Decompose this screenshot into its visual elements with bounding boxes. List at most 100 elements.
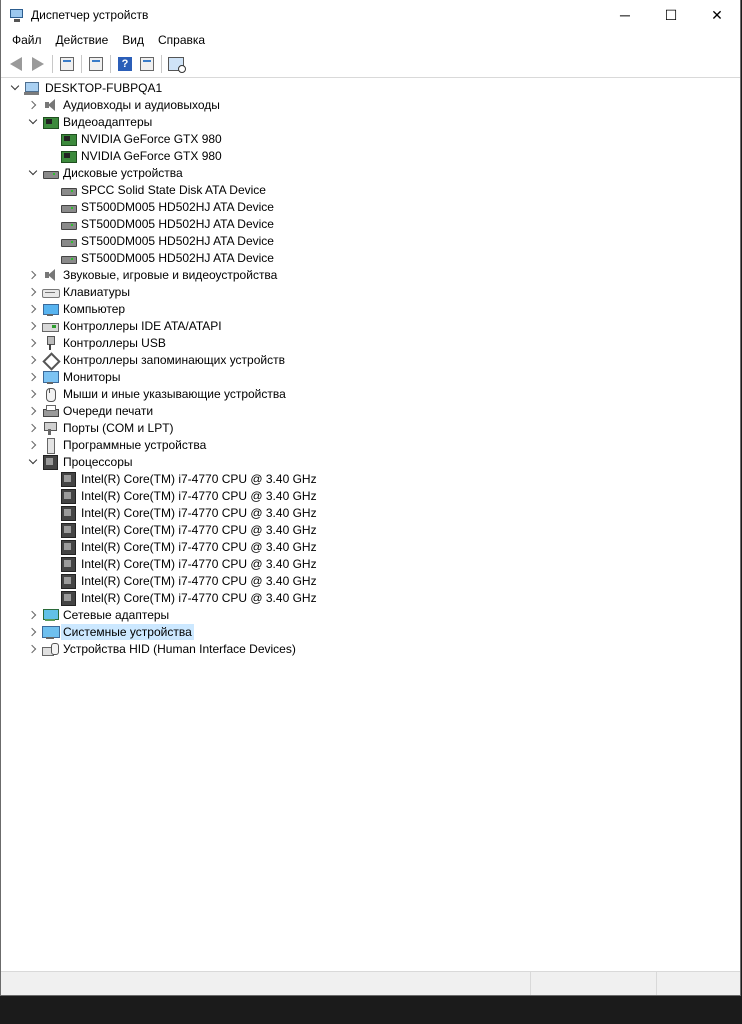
- toolbar-separator: [110, 54, 111, 73]
- collapsed-chevron-icon[interactable]: [27, 405, 38, 416]
- category-item[interactable]: Сетевые адаптеры: [1, 606, 740, 623]
- collapsed-chevron-icon[interactable]: [27, 269, 38, 280]
- collapsed-chevron-icon[interactable]: [27, 371, 38, 382]
- collapsed-chevron-icon[interactable]: [27, 422, 38, 433]
- device-item[interactable]: Intel(R) Core(TM) i7-4770 CPU @ 3.40 GHz: [1, 470, 740, 487]
- device-item[interactable]: ST500DM005 HD502HJ ATA Device: [1, 232, 740, 249]
- maximize-button[interactable]: ☐: [648, 0, 694, 30]
- category-item[interactable]: Видеоадаптеры: [1, 113, 740, 130]
- category-item[interactable]: Программные устройства: [1, 436, 740, 454]
- status-panel: [1, 972, 531, 995]
- category-item[interactable]: Очереди печати: [1, 402, 740, 419]
- toolbar-separator: [52, 54, 53, 73]
- minimize-button[interactable]: ─: [602, 0, 648, 30]
- category-item[interactable]: Мониторы: [1, 368, 740, 385]
- properties-button[interactable]: [56, 53, 78, 75]
- help-button[interactable]: ?: [114, 53, 136, 75]
- tree-root[interactable]: DESKTOP-FUBPQA1: [1, 79, 740, 96]
- device-item[interactable]: NVIDIA GeForce GTX 980: [1, 130, 740, 147]
- collapsed-chevron-icon[interactable]: [27, 439, 38, 450]
- category-item[interactable]: Системные устройства: [1, 623, 740, 640]
- forward-button[interactable]: [27, 53, 49, 75]
- view-button[interactable]: [136, 53, 158, 75]
- disk-icon: [60, 200, 77, 214]
- window-title: Диспетчер устройств: [31, 8, 149, 22]
- tree-item-label: ST500DM005 HD502HJ ATA Device: [81, 233, 274, 248]
- category-item[interactable]: Устройства HID (Human Interface Devices): [1, 640, 740, 657]
- tree-item-label: Устройства HID (Human Interface Devices): [63, 641, 296, 656]
- toolbar-separator: [161, 54, 162, 73]
- tree-item-label: Аудиовходы и аудиовыходы: [63, 97, 220, 112]
- category-item[interactable]: Мыши и иные указывающие устройства: [1, 385, 740, 402]
- show-hide-button[interactable]: [85, 53, 107, 75]
- collapsed-chevron-icon[interactable]: [27, 320, 38, 331]
- back-button[interactable]: [5, 53, 27, 75]
- collapsed-chevron-icon[interactable]: [27, 303, 38, 314]
- tree-item-label: Intel(R) Core(TM) i7-4770 CPU @ 3.40 GHz: [81, 556, 317, 571]
- device-item[interactable]: Intel(R) Core(TM) i7-4770 CPU @ 3.40 GHz: [1, 538, 740, 555]
- tree-item-label: DESKTOP-FUBPQA1: [45, 80, 163, 95]
- category-item[interactable]: Контроллеры IDE ATA/ATAPI: [1, 317, 740, 334]
- title-bar[interactable]: Диспетчер устройств ─ ☐ ✕: [1, 0, 740, 30]
- taskbar: [0, 996, 742, 1024]
- collapsed-chevron-icon[interactable]: [27, 388, 38, 399]
- tree-item-label: Звуковые, игровые и видеоустройства: [63, 267, 278, 282]
- device-item[interactable]: ST500DM005 HD502HJ ATA Device: [1, 198, 740, 215]
- menu-help[interactable]: Справка: [151, 30, 212, 50]
- expanded-chevron-icon[interactable]: [27, 167, 38, 178]
- tree-item-label: Мыши и иные указывающие устройства: [63, 386, 286, 401]
- category-item[interactable]: Процессоры: [1, 453, 740, 470]
- cpu-icon: [60, 471, 76, 487]
- scan-hardware-button[interactable]: [165, 53, 187, 75]
- menu-view[interactable]: Вид: [115, 30, 151, 50]
- printer-icon: [42, 404, 59, 418]
- category-item[interactable]: Контроллеры запоминающих устройств: [1, 351, 740, 368]
- close-button[interactable]: ✕: [694, 0, 740, 30]
- device-item[interactable]: Intel(R) Core(TM) i7-4770 CPU @ 3.40 GHz: [1, 504, 740, 521]
- device-item[interactable]: ST500DM005 HD502HJ ATA Device: [1, 215, 740, 232]
- device-item[interactable]: Intel(R) Core(TM) i7-4770 CPU @ 3.40 GHz: [1, 521, 740, 538]
- device-item[interactable]: ST500DM005 HD502HJ ATA Device: [1, 249, 740, 266]
- menu-action[interactable]: Действие: [49, 30, 116, 50]
- collapsed-chevron-icon[interactable]: [27, 99, 38, 110]
- device-item[interactable]: Intel(R) Core(TM) i7-4770 CPU @ 3.40 GHz: [1, 487, 740, 504]
- device-item[interactable]: NVIDIA GeForce GTX 980: [1, 147, 740, 164]
- hid-icon: [42, 642, 59, 656]
- audio-icon: [42, 98, 58, 112]
- device-item[interactable]: Intel(R) Core(TM) i7-4770 CPU @ 3.40 GHz: [1, 572, 740, 589]
- menu-file[interactable]: Файл: [5, 30, 49, 50]
- device-manager-window: Диспетчер устройств ─ ☐ ✕ Файл Действие …: [0, 0, 741, 996]
- collapsed-chevron-icon[interactable]: [27, 286, 38, 297]
- disk-icon: [42, 166, 59, 180]
- cpu-icon: [60, 539, 76, 555]
- cpu-icon: [42, 454, 58, 470]
- category-item[interactable]: Звуковые, игровые и видеоустройства: [1, 266, 740, 283]
- expanded-chevron-icon[interactable]: [27, 456, 38, 467]
- expanded-chevron-icon[interactable]: [9, 82, 20, 93]
- toolbar-separator: [81, 54, 82, 73]
- device-item[interactable]: Intel(R) Core(TM) i7-4770 CPU @ 3.40 GHz: [1, 555, 740, 572]
- expanded-chevron-icon[interactable]: [27, 116, 38, 127]
- device-item[interactable]: SPCC Solid State Disk ATA Device: [1, 181, 740, 198]
- category-item[interactable]: Дисковые устройства: [1, 164, 740, 181]
- device-tree[interactable]: DESKTOP-FUBPQA1 Аудиовходы и аудиовыходы В…: [1, 79, 740, 657]
- cpu-icon: [60, 488, 76, 504]
- category-item[interactable]: Аудиовходы и аудиовыходы: [1, 96, 740, 113]
- menu-bar: Файл Действие Вид Справка: [1, 30, 740, 50]
- category-item[interactable]: Компьютер: [1, 300, 740, 317]
- cpu-icon: [60, 505, 76, 521]
- collapsed-chevron-icon[interactable]: [27, 609, 38, 620]
- toolbar: ?: [1, 50, 740, 78]
- view-icon: [140, 56, 154, 71]
- category-item[interactable]: Порты (COM и LPT): [1, 419, 740, 436]
- category-item[interactable]: Контроллеры USB: [1, 334, 740, 351]
- collapsed-chevron-icon[interactable]: [27, 337, 38, 348]
- cpu-icon: [60, 556, 76, 572]
- gpu-icon: [60, 132, 77, 146]
- mouse-icon: [42, 387, 58, 402]
- collapsed-chevron-icon[interactable]: [27, 354, 38, 365]
- category-item[interactable]: Клавиатуры: [1, 283, 740, 300]
- collapsed-chevron-icon[interactable]: [27, 626, 38, 637]
- collapsed-chevron-icon[interactable]: [27, 643, 38, 654]
- device-item[interactable]: Intel(R) Core(TM) i7-4770 CPU @ 3.40 GHz: [1, 589, 740, 606]
